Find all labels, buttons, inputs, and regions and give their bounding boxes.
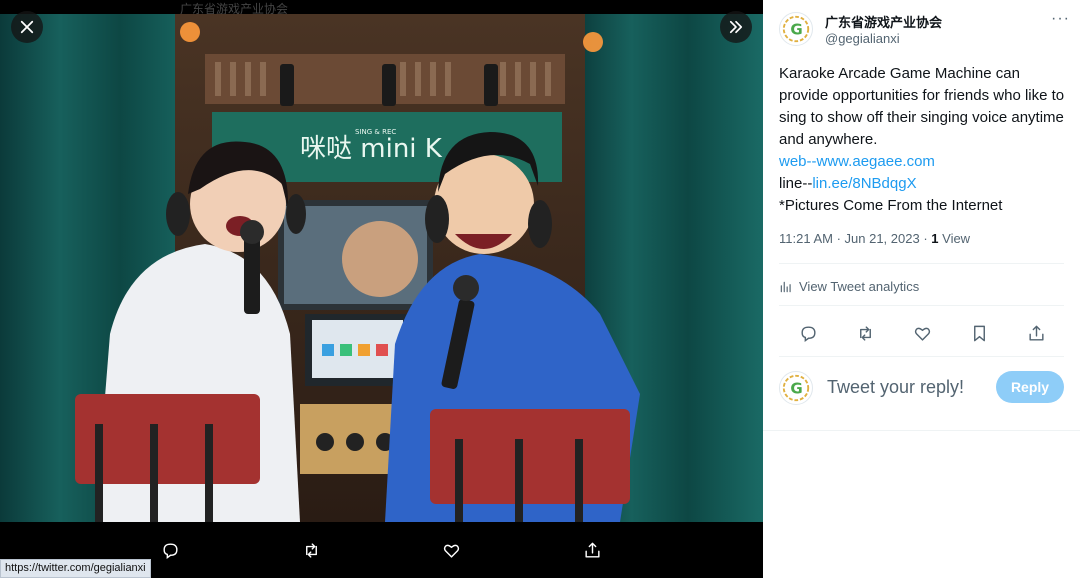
- retweet-icon: [305, 542, 317, 558]
- media-viewer: 广东省游戏产业协会 咪哒 mini K SING & REC https://t…: [0, 0, 763, 578]
- bookmark-button[interactable]: [964, 318, 994, 348]
- view-count: 1: [931, 231, 939, 246]
- tweet-meta: 11:21 AM · Jun 21, 2023 · 1 View: [779, 231, 971, 246]
- sign-text: 咪哒 mini K: [300, 134, 443, 164]
- tweet-action-bar: [779, 318, 1069, 348]
- tweet-line-line: line--lin.ee/8NBdqgX: [779, 175, 917, 192]
- view-label: View: [938, 231, 971, 246]
- reply-submit-button[interactable]: Reply: [996, 371, 1064, 403]
- retweet-button[interactable]: [850, 318, 880, 348]
- tweet-timestamp[interactable]: 11:21 AM · Jun 21, 2023: [779, 231, 920, 246]
- author-avatar[interactable]: G: [779, 12, 813, 46]
- like-button[interactable]: [907, 318, 937, 348]
- media-share-button[interactable]: [576, 533, 610, 567]
- divider: [779, 305, 1064, 306]
- analytics-label: View Tweet analytics: [799, 279, 920, 294]
- tweet-web-line: web--www.aegaee.com: [779, 153, 935, 170]
- line-link[interactable]: lin.ee/8NBdqgX: [812, 175, 916, 192]
- retweet-icon: [859, 325, 871, 341]
- share-icon: [585, 542, 600, 558]
- karaoke-photo-illustration: 咪哒 mini K SING & REC: [0, 14, 763, 522]
- divider: [763, 430, 1080, 431]
- background-title: 广东省游戏产业协会: [180, 2, 289, 14]
- tweet-author: G 广东省游戏产业协会 @gegialianxi ···: [779, 10, 1070, 48]
- logo-icon: G: [782, 374, 810, 402]
- reply-icon: [163, 542, 178, 559]
- media-retweet-button[interactable]: [294, 533, 328, 567]
- analytics-icon: [780, 281, 791, 292]
- logo-icon: G: [782, 15, 810, 43]
- view-analytics-link[interactable]: View Tweet analytics: [779, 279, 919, 294]
- status-bar-url: https://twitter.com/gegialianxi: [0, 559, 151, 578]
- expand-icon: [729, 20, 743, 34]
- tweet-body: Karaoke Arcade Game Machine can provide …: [779, 63, 1069, 217]
- reply-input[interactable]: Tweet your reply!: [827, 377, 964, 398]
- tweet-text-credit: *Pictures Come From the Internet: [779, 197, 1003, 214]
- divider: [779, 263, 1064, 264]
- author-handle[interactable]: @gegialianxi: [825, 31, 900, 46]
- tweet-detail-pane: G 广东省游戏产业协会 @gegialianxi ··· Karaoke Arc…: [763, 0, 1080, 578]
- tweet-photo[interactable]: 咪哒 mini K SING & REC: [0, 14, 763, 522]
- reply-composer: G Tweet your reply! Reply: [779, 369, 1069, 409]
- close-button[interactable]: [11, 11, 43, 43]
- like-icon: [444, 544, 460, 558]
- svg-text:SING & REC: SING & REC: [355, 128, 396, 136]
- like-icon: [914, 327, 930, 341]
- author-name[interactable]: 广东省游戏产业协会: [825, 12, 942, 31]
- media-reply-button[interactable]: [153, 533, 187, 567]
- web-link[interactable]: www.aegaee.com: [817, 153, 935, 170]
- reply-icon: [800, 325, 816, 342]
- more-icon[interactable]: ···: [1051, 10, 1070, 28]
- close-icon: [20, 20, 34, 34]
- user-avatar[interactable]: G: [779, 371, 813, 405]
- divider: [779, 356, 1064, 357]
- share-icon: [1028, 325, 1044, 341]
- tweet-text-main: Karaoke Arcade Game Machine can provide …: [779, 65, 1065, 148]
- bookmark-icon: [973, 325, 985, 341]
- share-button[interactable]: [1021, 318, 1051, 348]
- reply-button[interactable]: [793, 318, 823, 348]
- svg-text:G: G: [790, 21, 802, 39]
- expand-panel-button[interactable]: [720, 11, 752, 43]
- media-like-button[interactable]: [435, 533, 469, 567]
- svg-text:G: G: [790, 380, 802, 398]
